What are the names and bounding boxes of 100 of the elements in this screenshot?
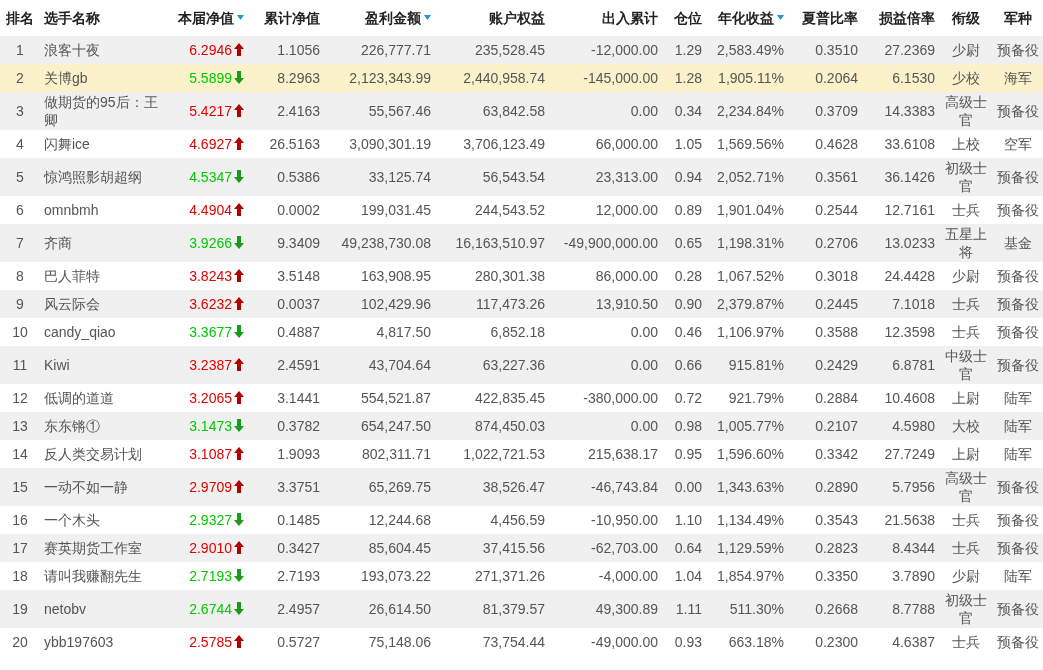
column-header[interactable]: 账户权益: [489, 9, 545, 26]
table-cell: 73,754.44: [482, 634, 545, 650]
column-header[interactable]: 衔级: [952, 9, 980, 26]
table-cell: 422,835.45: [474, 390, 545, 406]
table-row[interactable]: 14 反人类交易计划 3.1087 1.9093 802,311.71 1,022,721.53 215,638.17 0.95 1,596.60% 0.3342 27.7249 上尉 陆军: [0, 440, 1043, 468]
column-header[interactable]: 夏普比率: [802, 9, 858, 26]
table-cell: -380,000.00: [583, 390, 658, 406]
player-name: ybb197603: [44, 634, 114, 650]
table-cell: 26.5163: [269, 136, 320, 152]
table-cell: 0.4628: [815, 136, 858, 152]
sort-icon[interactable]: [424, 14, 431, 20]
table-cell: 27.2369: [884, 42, 935, 58]
table-cell: 0.00: [630, 324, 658, 340]
table-cell: 1,901.04%: [717, 202, 784, 218]
table-cell: 66,000.00: [595, 136, 658, 152]
table-row[interactable]: 17 赛英期货工作室 2.9010 0.3427 85,604.45 37,415.56 -62,703.00 0.64 1,129.59% 0.2823 8.4344 士兵 预备役: [0, 534, 1043, 562]
table-cell: 8.2963: [277, 70, 320, 86]
net-value: 2.5785: [189, 634, 232, 650]
table-cell: 1,067.52%: [717, 268, 784, 284]
table-cell: 63,227.36: [482, 357, 545, 373]
table-cell: -62,703.00: [591, 540, 658, 556]
table-cell: 4.5980: [892, 418, 935, 434]
table-row[interactable]: 2 关博gb 5.5899 8.2963 2,123,343.99 2,440,958.74 -145,000.00 1.28 1,905.11% 0.2064 6.1530 少校 海军: [0, 64, 1043, 92]
table-row[interactable]: 6 omnbmh 4.4904 0.0002 199,031.45 244,543.52 12,000.00 0.89 1,901.04% 0.2544 12.7161 士兵 预备役: [0, 196, 1043, 224]
table-cell: 36.1426: [884, 169, 935, 185]
column-header[interactable]: 损益倍率: [879, 9, 935, 26]
table-row[interactable]: 18 请叫我赚翻先生 2.7193 2.7193 193,073.22 271,371.26 -4,000.00 1.04 1,854.97% 0.3350 3.7890 少尉 陆军: [0, 562, 1043, 590]
table-cell: 1,134.49%: [717, 512, 784, 528]
column-header[interactable]: 盈利金额: [365, 9, 421, 26]
net-value: 6.2946: [189, 42, 232, 58]
table-cell: 9.3409: [277, 235, 320, 251]
table-cell: 49,300.89: [595, 601, 658, 617]
player-name: 赛英期货工作室: [44, 540, 142, 556]
table-row[interactable]: 10 candy_qiao 3.3677 0.4887 4,817.50 6,852.18 0.00 0.46 1,106.97% 0.3588 12.3598 士兵 预备役: [0, 318, 1043, 346]
table-cell: 63,842.58: [482, 103, 545, 119]
sort-icon[interactable]: [237, 14, 244, 20]
table-cell: 27.7249: [884, 446, 935, 462]
table-cell: 33.6108: [884, 136, 935, 152]
table-cell: 1,905.11%: [718, 70, 784, 86]
table-row[interactable]: 12 低调的道道 3.2065 3.1441 554,521.87 422,835.45 -380,000.00 0.72 921.79% 0.2884 10.4608 上尉 陆军: [0, 384, 1043, 412]
player-name: 齐商: [44, 235, 72, 251]
table-cell: 86,000.00: [595, 268, 658, 284]
rank-title: 初级士官: [945, 160, 987, 194]
table-row[interactable]: 4 闪舞ice 4.6927 26.5163 3,090,301.19 3,706,123.49 66,000.00 1.05 1,569.56% 0.4628 33.6108 上校 空军: [0, 130, 1043, 158]
table-cell: 0.2429: [815, 357, 858, 373]
table-cell: 2,440,958.74: [463, 70, 545, 86]
column-header[interactable]: 出入累计: [602, 9, 658, 26]
table-cell: 75,148.06: [368, 634, 431, 650]
table-cell: 235,528.45: [474, 42, 545, 58]
column-header[interactable]: 仓位: [674, 9, 702, 26]
table-cell: 1,022,721.53: [463, 446, 545, 462]
rank-cell: 7: [16, 235, 24, 251]
sort-icon[interactable]: [777, 14, 784, 20]
column-header[interactable]: 年化收益: [718, 9, 774, 26]
table-cell: 802,311.71: [361, 446, 431, 462]
table-cell: 37,415.56: [482, 540, 545, 556]
rank-title: 大校: [952, 418, 980, 434]
table-cell: 117,473.26: [475, 296, 545, 312]
table-cell: 1.28: [674, 70, 702, 86]
table-row[interactable]: 8 巴人菲特 3.8243 3.5148 163,908.95 280,301.38 86,000.00 0.28 1,067.52% 0.3018 24.4428 少尉 预备役: [0, 262, 1043, 290]
table-cell: 0.3709: [815, 103, 858, 119]
table-cell: -49,900,000.00: [563, 235, 658, 251]
table-cell: 163,908.95: [360, 268, 431, 284]
table-cell: 7.1018: [892, 296, 935, 312]
branch-cell: 预备役: [997, 296, 1039, 312]
table-cell: 2.4591: [277, 357, 320, 373]
branch-cell: 空军: [1004, 136, 1032, 152]
column-header[interactable]: 选手名称: [44, 9, 100, 26]
column-header[interactable]: 军种: [1004, 9, 1032, 26]
table-row[interactable]: 13 东东锵① 3.1473 0.3782 654,247.50 874,450.03 0.00 0.98 1,005.77% 0.2107 4.5980 大校 陆军: [0, 412, 1043, 440]
table-cell: 874,450.03: [474, 418, 545, 434]
table-cell: 12,244.68: [368, 512, 431, 528]
net-value: 2.9010: [189, 540, 232, 556]
table-cell: 226,777.71: [360, 42, 431, 58]
table-cell: 13.0233: [884, 235, 935, 251]
column-header[interactable]: 排名: [6, 9, 34, 26]
table-cell: 0.3588: [815, 324, 858, 340]
rank-title: 五星上将: [945, 226, 987, 260]
table-cell: 0.0002: [277, 202, 320, 218]
rank-title: 少尉: [952, 268, 980, 284]
table-cell: 1,596.60%: [717, 446, 784, 462]
table-cell: 10.4608: [884, 390, 935, 406]
table-cell: 6.1530: [892, 70, 935, 86]
branch-cell: 预备役: [997, 268, 1039, 284]
table-row[interactable]: 1 浪客十夜 6.2946 1.1056 226,777.71 235,528.45 -12,000.00 1.29 2,583.49% 0.3510 27.2369 少尉 预备役: [0, 36, 1043, 64]
table-cell: 0.95: [674, 446, 702, 462]
table-cell: 2.7193: [277, 568, 320, 584]
table-row[interactable]: 16 一个木头 2.9327 0.1485 12,244.68 4,456.59 -10,950.00 1.10 1,134.49% 0.3543 21.5638 士兵 预备役: [0, 506, 1043, 534]
table-cell: 244,543.52: [474, 202, 545, 218]
column-header[interactable]: 累计净值: [264, 9, 320, 26]
table-cell: 1,129.59%: [717, 540, 784, 556]
net-value: 3.6232: [189, 296, 232, 312]
rank-title: 中级士官: [945, 348, 987, 382]
rank-title: 上校: [952, 136, 980, 152]
table-cell: 1.10: [674, 512, 702, 528]
table-row[interactable]: 9 风云际会 3.6232 0.0037 102,429.96 117,473.26 13,910.50 0.90 2,379.87% 0.2445 7.1018 士兵 预备役: [0, 290, 1043, 318]
rank-cell: 19: [12, 601, 28, 617]
column-header[interactable]: 本届净值: [178, 9, 234, 26]
branch-cell: 预备役: [997, 601, 1039, 617]
net-value: 2.9709: [189, 479, 232, 495]
